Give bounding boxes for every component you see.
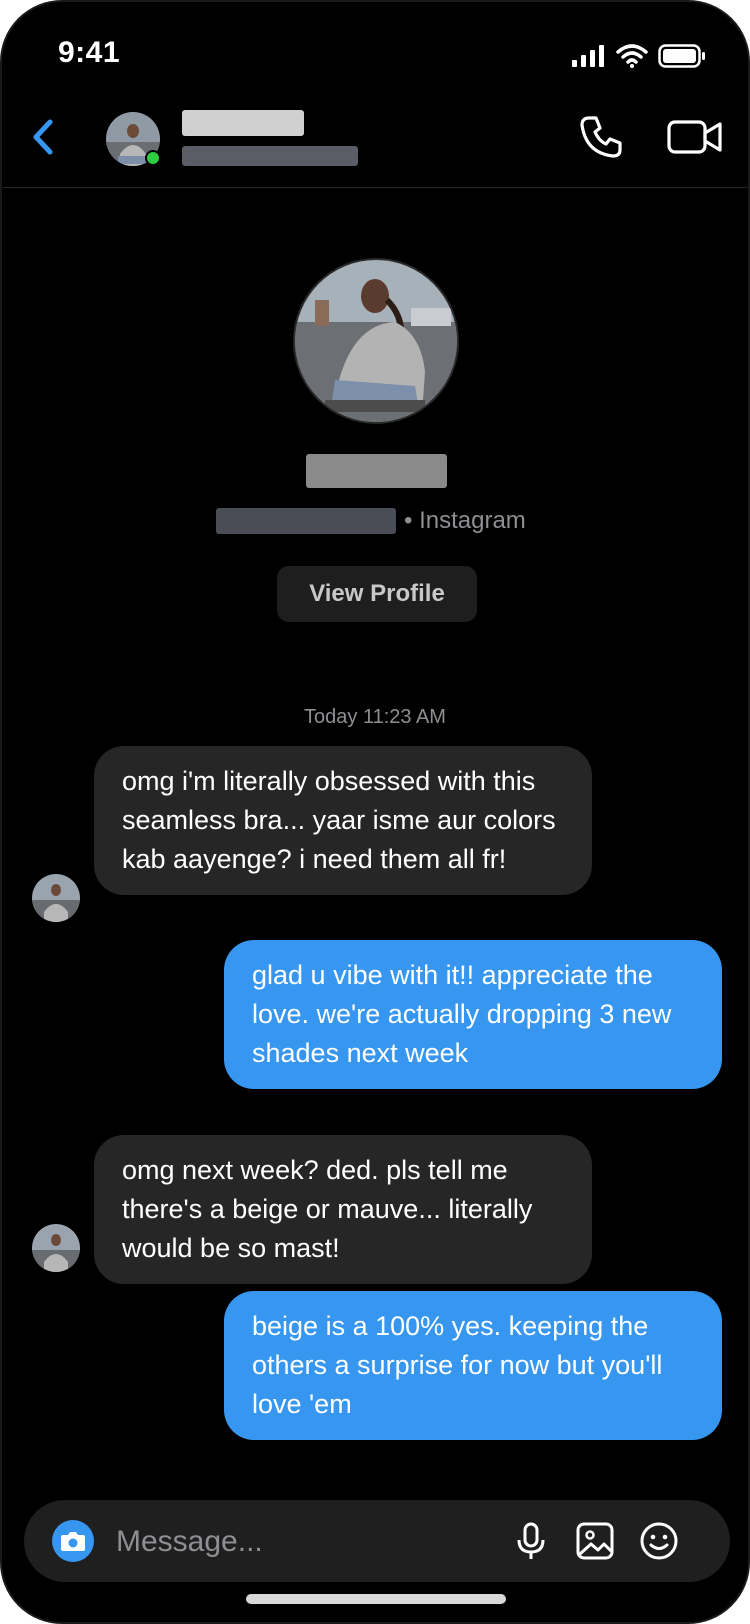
battery-icon: [658, 44, 705, 68]
view-profile-button[interactable]: View Profile: [277, 566, 477, 622]
image-icon[interactable]: [574, 1520, 616, 1562]
status-icons: [572, 44, 706, 68]
profile-name-redacted: [306, 454, 447, 488]
phone-icon[interactable]: [576, 112, 626, 162]
message-input[interactable]: [114, 1518, 498, 1566]
message-bubble-outgoing[interactable]: beige is a 100% yes. keeping the others …: [224, 1291, 722, 1440]
contact-username-redacted: [182, 146, 358, 166]
home-indicator[interactable]: [246, 1594, 506, 1604]
chat-header: [2, 102, 748, 188]
message-bubble-outgoing[interactable]: glad u vibe with it!! appreciate the lov…: [224, 940, 722, 1089]
profile-meta: • Instagram: [216, 506, 526, 536]
profile-photo: [295, 260, 457, 422]
wifi-icon: [616, 44, 648, 68]
status-time: 9:41: [58, 36, 121, 69]
avatar: [32, 1224, 80, 1272]
profile-handle-redacted: [216, 508, 396, 534]
profile-picture-large[interactable]: [293, 258, 459, 424]
profile-platform: • Instagram: [404, 507, 526, 534]
thread-timestamp: Today 11:23 AM: [304, 706, 446, 728]
status-bar: 9:41: [2, 2, 748, 102]
online-status-dot: [145, 150, 161, 166]
message-composer: [24, 1500, 730, 1582]
profile-photo: [32, 1224, 80, 1272]
message-bubble-incoming[interactable]: omg i'm literally obsessed with this sea…: [94, 746, 592, 895]
microphone-icon[interactable]: [510, 1520, 552, 1562]
phone-screen: 9:41 • Instagram View Profile Today 11:2…: [0, 0, 750, 1624]
camera-button[interactable]: [52, 1520, 94, 1562]
chevron-left-icon[interactable]: [24, 112, 64, 162]
smiley-icon[interactable]: [638, 1520, 680, 1562]
profile-photo: [32, 874, 80, 922]
cellular-signal-icon: [572, 45, 604, 67]
message-bubble-incoming[interactable]: omg next week? ded. pls tell me there's …: [94, 1135, 592, 1284]
contact-name-redacted: [182, 110, 304, 136]
camera-icon: [61, 1532, 85, 1551]
video-camera-icon[interactable]: [666, 114, 724, 160]
avatar: [32, 874, 80, 922]
